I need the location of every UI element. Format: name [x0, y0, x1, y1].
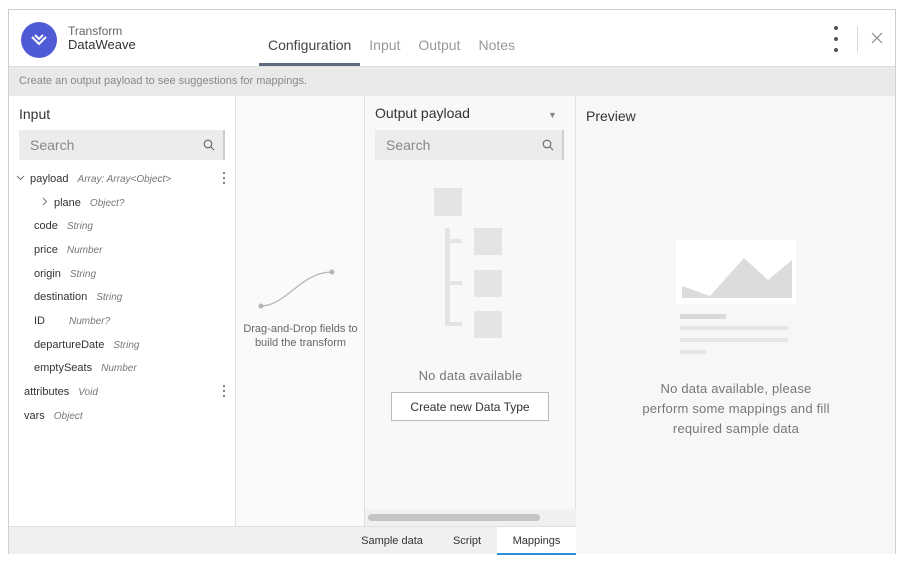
tree-item-name: destination	[34, 291, 88, 303]
search-icon	[542, 139, 554, 151]
tree-item-destination[interactable]: destination String	[34, 288, 122, 306]
input-search-placeholder: Search	[30, 137, 75, 153]
payload-more-icon[interactable]	[222, 172, 226, 184]
tree-item-attributes[interactable]: attributes Void	[24, 383, 98, 401]
dialog-header: Transform DataWeave Configuration Input …	[9, 10, 895, 66]
tree-item-plane[interactable]: plane Object?	[40, 194, 124, 212]
tree-item-name: attributes	[24, 386, 70, 398]
app-title: Transform DataWeave	[68, 24, 136, 52]
tree-item-type: String	[69, 268, 97, 280]
preview-no-data-line2: perform some mappings and fill	[642, 401, 830, 416]
tree-item-origin[interactable]: origin String	[34, 265, 96, 283]
chevron-down-icon[interactable]	[16, 173, 25, 185]
tree-item-name: ID	[34, 315, 45, 327]
output-panel: Output payload ▼ Search No data availabl…	[365, 96, 576, 526]
header-divider	[857, 26, 858, 52]
tab-notes[interactable]: Notes	[469, 10, 524, 66]
close-icon[interactable]	[869, 30, 885, 46]
tree-item-type: Number	[101, 362, 137, 374]
mapping-curve-icon	[258, 269, 335, 309]
output-search-placeholder: Search	[386, 137, 431, 153]
tree-item-name: emptySeats	[34, 362, 93, 374]
preview-panel: Preview No data available, please perfor…	[576, 96, 895, 554]
output-dropdown-icon[interactable]: ▼	[548, 110, 557, 120]
preview-no-data: No data available, please perform some m…	[616, 379, 856, 439]
drag-drop-hint-line2: build the transform	[254, 337, 347, 349]
drag-drop-hint: Drag-and-Drop fields to build the transf…	[236, 322, 365, 350]
dataweave-logo-icon	[21, 22, 57, 58]
tree-item-name: plane	[54, 197, 81, 209]
preview-no-data-line3: required sample data	[672, 421, 800, 436]
scrollbar-thumb[interactable]	[368, 514, 540, 521]
tree-item-type: Number?	[69, 315, 111, 327]
transform-dialog: Transform DataWeave Configuration Input …	[8, 9, 896, 555]
tree-item-type: String	[66, 220, 93, 232]
drag-drop-area[interactable]: Drag-and-Drop fields to build the transf…	[236, 96, 365, 526]
tree-item-price[interactable]: price Number	[34, 241, 102, 259]
tree-item-type: Void	[78, 386, 98, 398]
tab-configuration[interactable]: Configuration	[259, 10, 361, 66]
tree-item-name: departureDate	[34, 339, 105, 351]
tree-item-type: Object	[53, 410, 83, 422]
tab-input[interactable]: Input	[360, 10, 409, 66]
search-icon	[203, 139, 215, 151]
tree-item-name: payload	[30, 173, 69, 185]
tree-item-type: String	[96, 291, 123, 303]
drag-drop-hint-line1: Drag-and-Drop fields to	[243, 323, 358, 335]
more-options-icon[interactable]	[831, 26, 841, 52]
create-data-type-button[interactable]: Create new Data Type	[391, 392, 549, 421]
preview-panel-title: Preview	[586, 108, 636, 124]
attributes-more-icon[interactable]	[222, 385, 226, 397]
tab-output[interactable]: Output	[409, 10, 469, 66]
app-title-line2: DataWeave	[68, 37, 136, 52]
tree-item-payload[interactable]: payload Array: Array<Object>	[16, 170, 171, 188]
tree-item-type: Number	[66, 244, 103, 256]
tab-script[interactable]: Script	[437, 527, 497, 555]
input-panel: Input Search payload Array: Array<Object…	[9, 96, 236, 554]
preview-no-data-line1: No data available, please	[660, 381, 812, 396]
tree-item-name: code	[34, 220, 58, 232]
output-panel-title: Output payload	[375, 105, 470, 121]
empty-chart-illustration-icon	[676, 240, 796, 354]
input-search-input[interactable]: Search	[19, 130, 225, 160]
tree-item-code[interactable]: code String	[34, 217, 93, 235]
input-panel-title: Input	[19, 106, 51, 122]
bottom-tabs: Sample data Script Mappings	[9, 526, 576, 555]
tab-mappings[interactable]: Mappings	[497, 527, 576, 555]
tree-item-departure-date[interactable]: departureDate String	[34, 336, 139, 354]
tree-item-type: Array: Array<Object>	[77, 173, 172, 185]
tree-item-name: origin	[34, 268, 61, 280]
mapping-notice: Create an output payload to see suggesti…	[9, 66, 895, 96]
header-tabs: Configuration Input Output Notes	[259, 10, 524, 66]
chevron-right-icon[interactable]	[40, 197, 49, 209]
tree-item-type: String	[113, 339, 140, 351]
output-no-data: No data available	[418, 368, 523, 383]
tab-sample-data[interactable]: Sample data	[357, 527, 427, 555]
empty-tree-illustration-icon	[434, 188, 502, 338]
tree-item-vars[interactable]: vars Object	[24, 407, 83, 425]
app-title-line1: Transform	[68, 24, 123, 38]
tree-item-type: Object?	[89, 197, 125, 209]
tree-item-empty-seats[interactable]: emptySeats Number	[34, 359, 137, 377]
tree-item-name: price	[34, 244, 58, 256]
tree-item-name: vars	[24, 410, 45, 422]
tree-item-id[interactable]: ID Number?	[34, 312, 110, 330]
output-horizontal-scrollbar[interactable]	[365, 509, 576, 526]
output-search-input[interactable]: Search	[375, 130, 564, 160]
